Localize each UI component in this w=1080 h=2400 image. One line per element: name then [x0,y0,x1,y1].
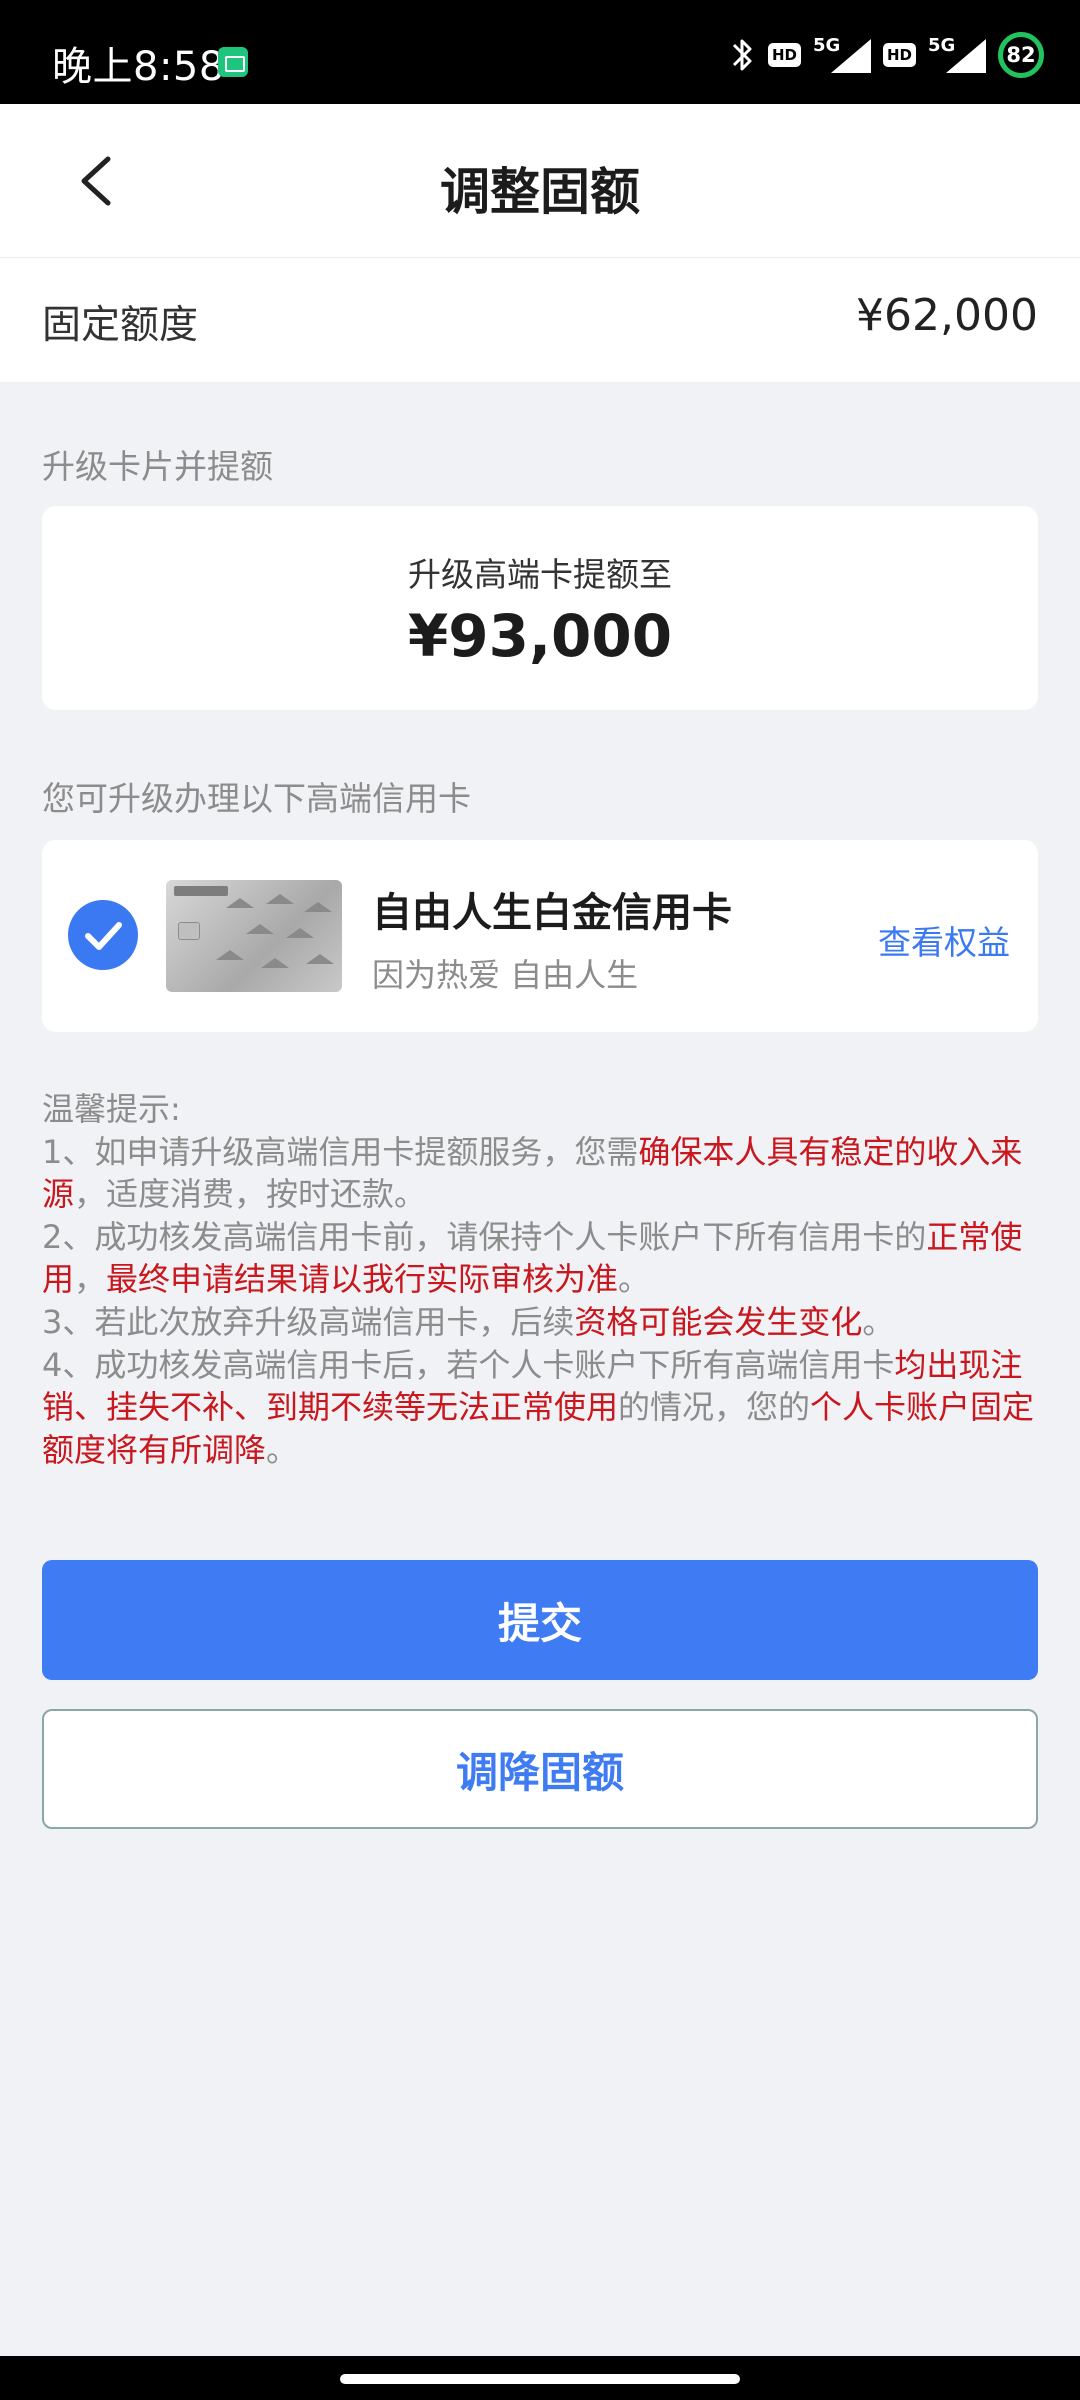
credit-card-option[interactable]: 自由人生白金信用卡 因为热爱 自由人生 查看权益 [42,840,1038,1032]
signal-icon: 5G [813,35,871,75]
navigation-bar [0,2356,1080,2400]
fixed-quota-value: ¥62,000 [856,290,1038,341]
app-notification-icon [218,47,248,77]
battery-icon: 82 [998,32,1044,78]
page-title: 调整固额 [440,163,640,221]
status-bar: 晚上8:58 HD 5G HD 5G 82 [0,0,1080,104]
tip-item: 4、成功核发高端信用卡后，若个人卡账户下所有高端信用卡均出现注销、挂失不补、到期… [42,1345,1035,1469]
status-icons: HD 5G HD 5G 82 [730,32,1044,78]
warm-tips: 温馨提示: 1、如申请升级高端信用卡提额服务，您需确保本人具有稳定的收入来源，适… [42,1088,1042,1471]
upgrade-limit-card: 升级高端卡提额至 ¥93,000 [42,506,1038,710]
tip-item: 2、成功核发高端信用卡前，请保持个人卡账户下所有信用卡的正常使用，最终申请结果请… [42,1217,1023,1299]
status-time: 晚上8:58 [52,44,225,90]
app-header: 调整固额 [0,104,1080,258]
upgrade-subtitle: 升级高端卡提额至 [408,555,672,594]
card-slogan: 因为热爱 自由人生 [372,956,639,994]
lower-quota-button[interactable]: 调降固额 [42,1709,1038,1829]
selected-check-icon[interactable] [68,900,138,970]
tips-title: 温馨提示: [42,1090,181,1128]
credit-card-image [166,880,342,992]
home-gesture-handle[interactable] [340,2374,740,2384]
bluetooth-icon [732,39,752,71]
tip-item: 3、若此次放弃升级高端信用卡，后续资格可能会发生变化。 [42,1302,895,1341]
card-section-label: 您可升级办理以下高端信用卡 [42,779,471,818]
view-benefits-link[interactable]: 查看权益 [878,916,1010,964]
fixed-quota-label: 固定额度 [42,303,199,348]
hd-badge: HD [767,43,801,67]
fixed-quota-row: 固定额度 ¥62,000 [0,258,1080,382]
upgrade-amount: ¥93,000 [407,602,673,670]
signal-icon: 5G [928,35,986,75]
card-name: 自由人生白金信用卡 [372,890,732,936]
battery-level: 82 [1003,37,1039,73]
upgrade-section-label: 升级卡片并提额 [42,447,273,486]
submit-button[interactable]: 提交 [42,1560,1038,1680]
tip-item: 1、如申请升级高端信用卡提额服务，您需确保本人具有稳定的收入来源，适度消费，按时… [42,1132,1023,1214]
hd-badge: HD [882,43,916,67]
